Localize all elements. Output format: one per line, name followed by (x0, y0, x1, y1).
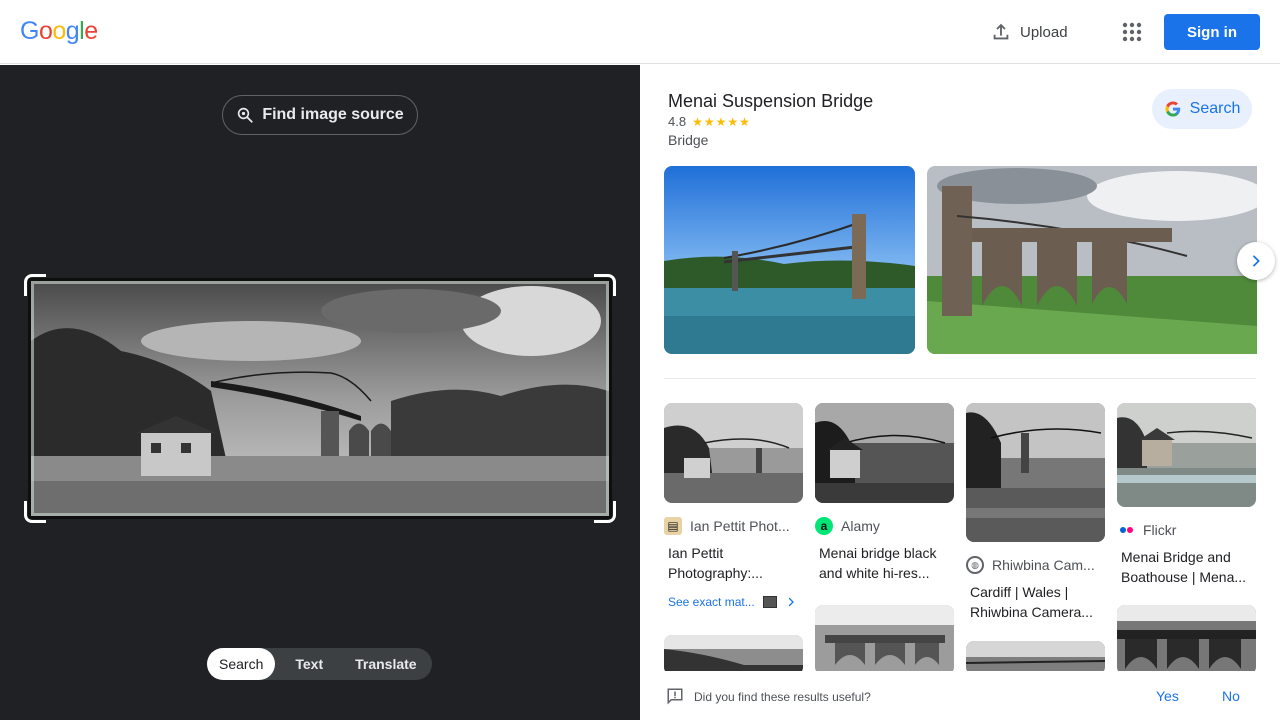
crop-handle-bottom-left[interactable] (24, 501, 46, 523)
feedback-bar: Did you find these results useful? Yes N… (640, 671, 1280, 720)
section-divider (664, 378, 1256, 379)
upload-label: Upload (1020, 23, 1068, 41)
result-title-line: and white hi-res... (819, 565, 930, 581)
crop-handle-top-left[interactable] (24, 274, 46, 296)
feedback-icon (667, 688, 683, 705)
result-title: Menai Bridge and Boathouse | Mena... (1117, 547, 1256, 587)
result-source-name: Rhiwbina Cam... (992, 557, 1095, 573)
lens-search-icon (238, 107, 253, 123)
logo-letter: g (65, 17, 80, 45)
carousel-next-button[interactable] (1237, 242, 1275, 280)
result-title-line: Boathouse | Mena... (1121, 569, 1247, 585)
query-image (28, 278, 612, 519)
feedback-yes-button[interactable]: Yes (1156, 688, 1179, 704)
result-card[interactable]: Flickr Menai Bridge and Boathouse | Mena… (1117, 403, 1256, 587)
result-source: ◍ Rhiwbina Cam... (966, 556, 1105, 574)
result-thumbnail[interactable] (966, 641, 1105, 675)
logo-letter: G (20, 17, 39, 45)
results-pane: Menai Suspension Bridge 4.8 ★★★★★ Bridge… (640, 65, 1280, 720)
result-title-line: Rhiwbina Camera... (970, 604, 1093, 620)
entity-type: Bridge (668, 132, 709, 148)
result-title-line: Ian Pettit (668, 545, 724, 561)
feedback-question: Did you find these results useful? (694, 690, 871, 704)
result-thumbnail (815, 403, 954, 503)
knowledge-panel-title[interactable]: Menai Suspension Bridge (668, 91, 873, 112)
result-source: ▤ Ian Pettit Phot... (664, 517, 803, 535)
result-source: Flickr (1117, 521, 1256, 539)
see-exact-matches-link[interactable]: See exact mat... (668, 595, 797, 609)
result-title: Ian Pettit Photography:... (664, 543, 803, 583)
alamy-favicon-icon: a (815, 517, 833, 535)
logo-letter: e (84, 17, 98, 45)
result-source-name: Alamy (841, 518, 880, 534)
rating-value: 4.8 (668, 114, 687, 129)
find-image-source-button[interactable]: Find image source (222, 95, 418, 135)
see-exact-matches-label: See exact mat... (668, 595, 755, 609)
result-title-line: Photography:... (668, 565, 763, 581)
find-image-source-label: Find image source (262, 106, 404, 123)
mode-text-tab[interactable]: Text (283, 648, 335, 680)
chevron-right-icon (788, 597, 794, 607)
upload-icon (993, 23, 1009, 40)
result-thumbnail[interactable] (815, 605, 954, 675)
result-title-line: Menai bridge black (819, 545, 937, 561)
chevron-right-icon (1253, 255, 1260, 267)
upload-button[interactable]: Upload (990, 20, 1068, 44)
mode-switcher: Search Text Translate (207, 648, 432, 680)
rating-row: 4.8 ★★★★★ (668, 114, 751, 129)
result-title: Menai bridge black and white hi-res... (815, 543, 954, 583)
google-search-button[interactable]: Search (1152, 89, 1252, 129)
logo-letter: o (52, 17, 66, 45)
google-g-icon (1165, 101, 1180, 117)
logo-letter: o (38, 17, 53, 45)
top-bar: Google Upload Sign in (0, 0, 1280, 64)
mode-translate-tab[interactable]: Translate (343, 648, 428, 680)
crop-handle-top-right[interactable] (594, 274, 616, 296)
exact-match-thumb-icon (762, 596, 777, 608)
result-source-name: Flickr (1143, 522, 1177, 538)
result-card[interactable]: a Alamy Menai bridge black and white hi-… (815, 403, 954, 583)
google-search-label: Search (1189, 100, 1241, 117)
result-title: Cardiff | Wales | Rhiwbina Camera... (966, 582, 1105, 622)
flickr-favicon-icon (1117, 521, 1135, 539)
result-thumbnail (966, 403, 1105, 542)
result-thumbnail[interactable] (1117, 605, 1256, 675)
result-source: a Alamy (815, 517, 954, 535)
query-image-pane: Find image source Search Text Translate (0, 65, 640, 720)
sign-in-button[interactable]: Sign in (1164, 14, 1260, 50)
result-thumbnail[interactable] (664, 635, 803, 675)
mode-search-tab[interactable]: Search (207, 648, 276, 680)
crop-handle-bottom-right[interactable] (594, 501, 616, 523)
star-rating-icon: ★★★★★ (692, 114, 751, 129)
crop-region[interactable] (24, 274, 616, 523)
google-logo[interactable]: Google (20, 17, 98, 46)
result-thumbnail (664, 403, 803, 503)
result-title-line: Menai Bridge and (1121, 549, 1231, 565)
bridge-photo-1[interactable] (664, 166, 915, 354)
result-title-line: Cardiff | Wales | (970, 584, 1069, 600)
bridge-photo-2[interactable] (927, 166, 1257, 354)
feedback-no-button[interactable]: No (1222, 688, 1240, 704)
result-card[interactable]: ◍ Rhiwbina Cam... Cardiff | Wales | Rhiw… (966, 403, 1105, 622)
result-thumbnail (1117, 403, 1256, 507)
apps-grid-icon[interactable] (1120, 20, 1144, 44)
result-source-name: Ian Pettit Phot... (690, 518, 790, 534)
result-card[interactable]: ▤ Ian Pettit Phot... Ian Pettit Photogra… (664, 403, 803, 583)
camera-favicon-icon: ▤ (664, 517, 682, 535)
globe-favicon-icon: ◍ (966, 556, 984, 574)
